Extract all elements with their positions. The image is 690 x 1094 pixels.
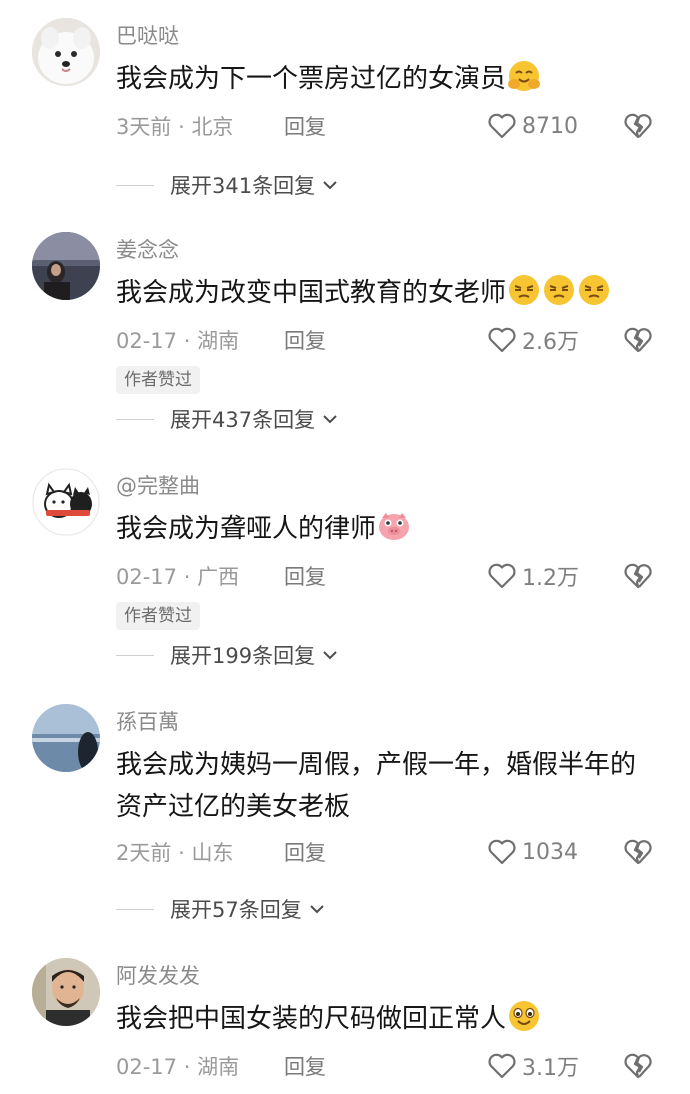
unamused-face-emoji — [579, 275, 610, 305]
comment-text-content: 我会成为聋哑人的律师 — [116, 514, 377, 544]
meta-separator: · — [178, 841, 185, 865]
comment-text: 我会把中国女装的尺码做回正常人 — [116, 998, 656, 1040]
divider — [116, 908, 154, 910]
avatar[interactable] — [32, 704, 100, 772]
comment-text: 我会成为下一个票房过亿的女演员 — [116, 58, 656, 100]
expand-replies[interactable]: 展开341条回复 — [116, 170, 339, 200]
avatar[interactable] — [32, 958, 100, 1026]
hugging-face-emoji — [508, 61, 541, 91]
chevron-down-icon — [323, 181, 337, 190]
heart-outline-icon — [488, 113, 516, 139]
broken-heart-icon[interactable] — [622, 324, 654, 356]
unamused-face-emoji — [544, 275, 575, 305]
reply-button[interactable]: 回复 — [284, 112, 326, 142]
comment-location: 湖南 — [197, 329, 240, 353]
reply-button[interactable]: 回复 — [284, 838, 326, 868]
username[interactable]: @完整曲 — [116, 472, 200, 500]
comment-meta: 02-17 · 湖南 回复 — [116, 1052, 326, 1082]
chevron-down-icon — [323, 651, 337, 660]
meta-separator: · — [183, 329, 191, 353]
comment-time: 2天前 — [116, 841, 172, 865]
comment-time: 02-17 — [116, 329, 178, 353]
comment-time: 02-17 — [116, 565, 178, 589]
chevron-down-icon — [323, 415, 337, 424]
avatar[interactable] — [32, 232, 100, 300]
broken-heart-icon[interactable] — [622, 110, 654, 142]
pig-face-emoji — [379, 513, 410, 540]
avatar[interactable] — [32, 18, 100, 86]
comment-meta: 02-17 · 广西 回复 — [116, 562, 326, 592]
like-button[interactable]: 2.6万 — [486, 324, 579, 356]
expand-replies[interactable]: 展开199条回复 — [116, 640, 339, 670]
expand-replies-label: 展开199条回复 — [170, 644, 316, 668]
comment-text: 我会成为聋哑人的律师 — [116, 508, 656, 550]
heart-outline-icon — [488, 563, 516, 589]
smiling-face-emoji — [509, 1001, 540, 1031]
comment-meta: 02-17 · 湖南 回复 — [116, 326, 326, 356]
like-button[interactable]: 1034 — [486, 836, 578, 868]
expand-replies[interactable]: 展开57条回复 — [116, 894, 326, 924]
comment-text-content: 我会成为下一个票房过亿的女演员 — [116, 64, 507, 94]
comment-time: 02-17 — [116, 1055, 178, 1079]
like-button[interactable]: 8710 — [486, 110, 578, 142]
like-count: 8710 — [522, 113, 578, 139]
comment-text-content: 我会把中国女装的尺码做回正常人 — [116, 1004, 507, 1034]
divider — [116, 654, 154, 656]
chevron-down-icon — [310, 905, 324, 914]
author-liked-badge: 作者赞过 — [116, 366, 200, 394]
reply-button[interactable]: 回复 — [284, 326, 326, 356]
comment-text-content: 我会成为姨妈一周假，产假一年，婚假半年的资产过亿的美女老板 — [116, 750, 637, 822]
broken-heart-icon[interactable] — [622, 560, 654, 592]
like-count: 1.2万 — [522, 566, 579, 591]
broken-heart-icon[interactable] — [622, 836, 654, 868]
reply-button[interactable]: 回复 — [284, 1052, 326, 1082]
username[interactable]: 孫百萬 — [116, 708, 179, 736]
expand-replies-label: 展开437条回复 — [170, 408, 316, 432]
comment-location: 山东 — [191, 841, 234, 865]
comment-meta: 3天前 · 北京 回复 — [116, 112, 326, 142]
heart-outline-icon — [488, 1053, 516, 1079]
meta-separator: · — [183, 1055, 191, 1079]
comment-meta: 2天前 · 山东 回复 — [116, 838, 326, 868]
avatar[interactable] — [32, 468, 100, 536]
expand-replies-label: 展开341条回复 — [170, 174, 316, 198]
like-count: 3.1万 — [522, 1056, 579, 1081]
broken-heart-icon[interactable] — [622, 1050, 654, 1082]
meta-separator: · — [183, 565, 191, 589]
expand-replies[interactable]: 展开437条回复 — [116, 404, 339, 434]
username[interactable]: 姜念念 — [116, 236, 179, 264]
reply-button[interactable]: 回复 — [284, 562, 326, 592]
comment-text-content: 我会成为改变中国式教育的女老师 — [116, 278, 507, 308]
unamused-face-emoji — [509, 275, 540, 305]
like-count: 1034 — [522, 839, 578, 865]
meta-separator: · — [178, 115, 185, 139]
divider — [116, 418, 154, 420]
username[interactable]: 巴哒哒 — [116, 22, 179, 50]
comment-text: 我会成为姨妈一周假，产假一年，婚假半年的资产过亿的美女老板 — [116, 744, 656, 828]
comment-location: 湖南 — [197, 1055, 240, 1079]
divider — [116, 184, 154, 186]
comment-time: 3天前 — [116, 115, 172, 139]
like-button[interactable]: 3.1万 — [486, 1050, 579, 1082]
like-button[interactable]: 1.2万 — [486, 560, 579, 592]
comment-text: 我会成为改变中国式教育的女老师 — [116, 272, 656, 314]
heart-outline-icon — [488, 839, 516, 865]
author-liked-badge: 作者赞过 — [116, 602, 200, 630]
expand-replies-label: 展开57条回复 — [170, 898, 302, 922]
username[interactable]: 阿发发发 — [116, 962, 200, 990]
comment-location: 北京 — [191, 115, 234, 139]
like-count: 2.6万 — [522, 330, 579, 355]
comment-location: 广西 — [197, 565, 240, 589]
heart-outline-icon — [488, 327, 516, 353]
